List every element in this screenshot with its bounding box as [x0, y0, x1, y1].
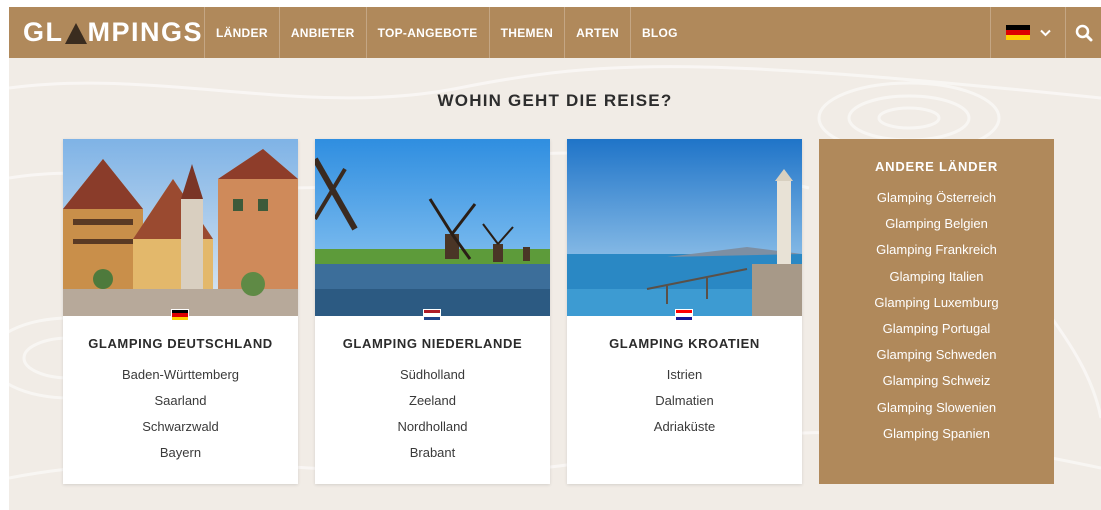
search-button[interactable]: [1066, 7, 1101, 58]
country-link-portugal[interactable]: Glamping Portugal: [819, 321, 1054, 347]
top-navigation: GL MPINGS LÄNDER ANBIETER TOP-ANGEBOTE TH…: [9, 7, 1101, 58]
language-selector[interactable]: [990, 7, 1066, 58]
country-link-luxemburg[interactable]: Glamping Luxemburg: [819, 295, 1054, 321]
country-link-oesterreich[interactable]: Glamping Österreich: [819, 190, 1054, 216]
region-list: Baden-Württemberg Saarland Schwarzwald B…: [63, 367, 298, 471]
section-title: WOHIN GEHT DIE REISE?: [437, 91, 673, 110]
card-deutschland[interactable]: GLAMPING DEUTSCHLAND Baden-Württemberg S…: [63, 139, 298, 484]
card-image-niederlande: [315, 139, 550, 316]
region-link[interactable]: Zeeland: [315, 393, 550, 419]
germany-flag-icon: [1005, 24, 1030, 41]
nav-item-blog[interactable]: BLOG: [631, 7, 689, 58]
glampings-logo[interactable]: GL MPINGS: [9, 7, 205, 58]
croatia-flag-icon: [675, 309, 693, 321]
region-link[interactable]: Istrien: [567, 367, 802, 393]
region-link[interactable]: Saarland: [63, 393, 298, 419]
country-link-schweiz[interactable]: Glamping Schweiz: [819, 373, 1054, 399]
tent-logo-icon: [64, 23, 87, 44]
country-link-belgien[interactable]: Glamping Belgien: [819, 216, 1054, 242]
page-frame: GL MPINGS LÄNDER ANBIETER TOP-ANGEBOTE TH…: [9, 7, 1101, 510]
search-icon: [1075, 24, 1092, 41]
region-link[interactable]: Nordholland: [315, 419, 550, 445]
nav-item-arten[interactable]: ARTEN: [565, 7, 631, 58]
region-list: Südholland Zeeland Nordholland Brabant: [315, 367, 550, 471]
logo-text-end: MPINGS: [87, 17, 204, 47]
card-niederlande[interactable]: GLAMPING NIEDERLANDE Südholland Zeeland …: [315, 139, 550, 484]
region-link[interactable]: Schwarzwald: [63, 419, 298, 445]
card-image-kroatien: [567, 139, 802, 316]
netherlands-flag-icon: [423, 309, 441, 321]
country-link-spanien[interactable]: Glamping Spanien: [819, 426, 1054, 452]
region-link[interactable]: Südholland: [315, 367, 550, 393]
region-link[interactable]: Baden-Württemberg: [63, 367, 298, 393]
nav-item-anbieter[interactable]: ANBIETER: [280, 7, 367, 58]
nav-item-themen[interactable]: THEMEN: [490, 7, 566, 58]
region-link[interactable]: Adriaküste: [567, 419, 802, 445]
country-link-slowenien[interactable]: Glamping Slowenien: [819, 400, 1054, 426]
card-kroatien[interactable]: GLAMPING KROATIEN Istrien Dalmatien Adri…: [567, 139, 802, 484]
card-image-deutschland: [63, 139, 298, 316]
nav-item-top-angebote[interactable]: TOP-ANGEBOTE: [367, 7, 490, 58]
country-link-frankreich[interactable]: Glamping Frankreich: [819, 242, 1054, 268]
region-link[interactable]: Dalmatien: [567, 393, 802, 419]
other-countries-title: ANDERE LÄNDER: [874, 159, 999, 174]
nav-item-laender[interactable]: LÄNDER: [205, 7, 280, 58]
logo-text-start: GL: [23, 17, 64, 47]
chevron-down-icon: [1039, 29, 1051, 36]
other-countries-list: Glamping Österreich Glamping Belgien Gla…: [819, 190, 1054, 452]
region-link[interactable]: Brabant: [315, 445, 550, 471]
other-countries-panel: ANDERE LÄNDER Glamping Österreich Glampi…: [819, 139, 1054, 484]
region-link[interactable]: Bayern: [63, 445, 298, 471]
country-link-schweden[interactable]: Glamping Schweden: [819, 347, 1054, 373]
germany-flag-icon: [171, 309, 189, 321]
card-title[interactable]: GLAMPING NIEDERLANDE: [315, 336, 550, 351]
country-link-italien[interactable]: Glamping Italien: [819, 269, 1054, 295]
card-title[interactable]: GLAMPING KROATIEN: [567, 336, 802, 351]
card-title[interactable]: GLAMPING DEUTSCHLAND: [63, 336, 298, 351]
region-list: Istrien Dalmatien Adriaküste: [567, 367, 802, 445]
